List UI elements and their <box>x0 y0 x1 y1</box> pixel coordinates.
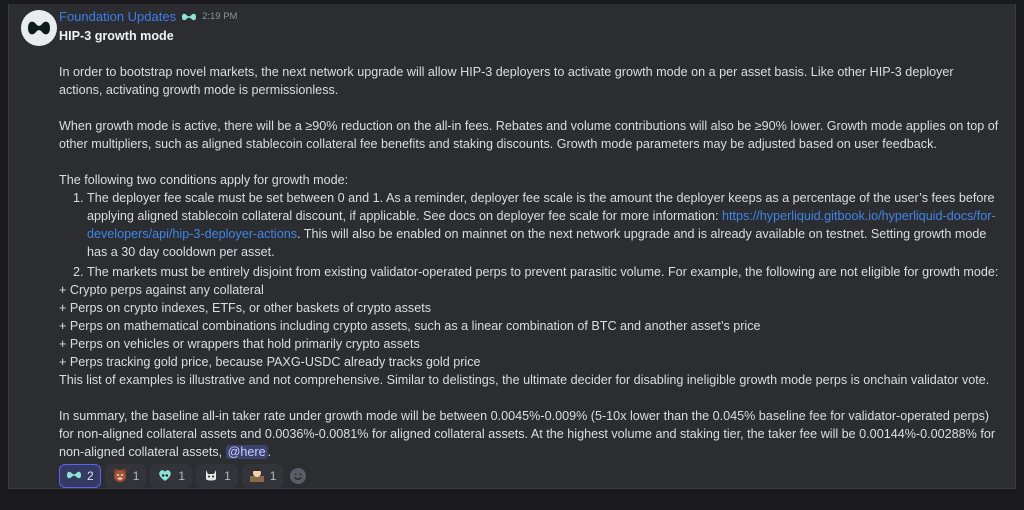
reaction-hyperliquid[interactable]: 2 <box>59 464 101 488</box>
heart-logo-icon <box>157 467 173 486</box>
bear-icon <box>112 467 128 486</box>
reaction-count: 1 <box>269 469 277 483</box>
avatar[interactable] <box>21 10 57 46</box>
paragraph-disclaimer: This list of examples is illustrative an… <box>59 373 990 387</box>
hyperliquid-logo-icon <box>181 12 197 22</box>
list-number: 1. <box>73 191 84 205</box>
bullet-list: + Crypto perps against any collateral + … <box>59 281 999 371</box>
reaction-bear[interactable]: 1 <box>104 464 147 488</box>
list-item: + Perps on mathematical combinations inc… <box>59 319 761 333</box>
summary-end: . <box>267 445 272 459</box>
author-name[interactable]: Foundation Updates <box>59 8 176 26</box>
message-title: HIP-3 growth mode <box>59 29 174 43</box>
list-item: + Perps on crypto indexes, ETFs, or othe… <box>59 301 432 315</box>
reaction-count: 1 <box>132 469 140 483</box>
app-frame: Foundation Updates 2:19 PM HIP-3 growth … <box>0 0 1024 510</box>
list-item: + Crypto perps against any collateral <box>59 283 264 297</box>
hyperliquid-logo-icon <box>66 467 82 486</box>
reactions-bar: 2 1 1 1 1 <box>59 464 309 488</box>
message-container: Foundation Updates 2:19 PM HIP-3 growth … <box>8 4 1016 489</box>
message-content: Foundation Updates 2:19 PM HIP-3 growth … <box>59 8 999 461</box>
list-item: + Perps on vehicles or wrappers that hol… <box>59 337 420 351</box>
summary-text: In summary, the baseline all-in taker ra… <box>59 409 996 459</box>
reaction-heart[interactable]: 1 <box>150 464 193 488</box>
reaction-character[interactable]: 1 <box>241 464 284 488</box>
cat-icon <box>203 467 219 486</box>
hyperliquid-logo-icon <box>28 21 50 35</box>
list-item: 1. The deployer fee scale must be set be… <box>73 189 999 261</box>
list-item: + Perps tracking gold price, because PAX… <box>59 355 481 369</box>
here-mention[interactable]: @here <box>225 445 268 459</box>
list-number: 2. <box>73 265 84 279</box>
add-reaction-button[interactable] <box>287 465 309 487</box>
reaction-count: 2 <box>87 469 94 483</box>
timestamp: 2:19 PM <box>202 10 238 22</box>
item2-text: The markets must be entirely disjoint fr… <box>87 265 999 279</box>
message-header: Foundation Updates 2:19 PM <box>59 8 999 25</box>
list-item: 2. The markets must be entirely disjoint… <box>73 263 999 281</box>
character-icon <box>249 467 265 486</box>
conditions-list: 1. The deployer fee scale must be set be… <box>59 189 999 281</box>
reaction-cat[interactable]: 1 <box>196 464 238 488</box>
paragraph-intro: In order to bootstrap novel markets, the… <box>59 65 954 97</box>
reaction-count: 1 <box>224 469 231 483</box>
paragraph-summary: In summary, the baseline all-in taker ra… <box>59 407 999 461</box>
paragraph-growth-mode: When growth mode is active, there will b… <box>59 119 999 151</box>
paragraph-conditions: The following two conditions apply for g… <box>59 173 349 187</box>
smiley-icon <box>290 468 307 484</box>
reaction-count: 1 <box>178 469 186 483</box>
